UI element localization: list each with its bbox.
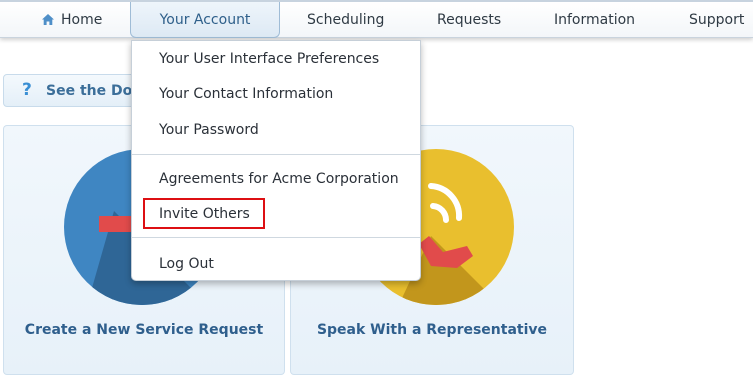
invite-others-highlight [143,198,265,229]
nav-information-label: Information [554,12,636,28]
nav-information[interactable]: Information [554,2,635,38]
question-icon: ? [22,80,32,100]
nav-scheduling[interactable]: Scheduling [307,2,384,38]
nav-requests-label: Requests [437,12,502,28]
menu-item-ui-preferences[interactable]: Your User Interface Preferences [159,51,379,67]
nav-home[interactable]: Home [42,2,102,38]
menu-item-log-out[interactable]: Log Out [159,256,214,272]
your-account-dropdown: Your User Interface Preferences Your Con… [131,40,421,281]
menu-divider [132,154,420,155]
menu-item-password[interactable]: Your Password [159,122,259,138]
nav-support[interactable]: Support [689,2,744,38]
menu-item-contact-information[interactable]: Your Contact Information [159,86,333,102]
menu-divider [132,237,420,238]
speak-representative-label: Speak With a Representative [316,322,548,338]
nav-home-label: Home [61,12,103,28]
nav-scheduling-label: Scheduling [307,12,385,28]
nav-your-account-label: Your Account [159,12,251,28]
home-icon [42,14,54,25]
nav-your-account[interactable]: Your Account [130,2,280,38]
create-service-request-label: Create a New Service Request [24,322,264,338]
top-nav: Home Your Account Scheduling Requests In… [0,0,753,38]
nav-requests[interactable]: Requests [437,2,501,38]
nav-support-label: Support [689,12,745,28]
menu-item-agreements[interactable]: Agreements for Acme Corporation [159,171,399,187]
see-docs-label: See the Doc [46,83,141,99]
